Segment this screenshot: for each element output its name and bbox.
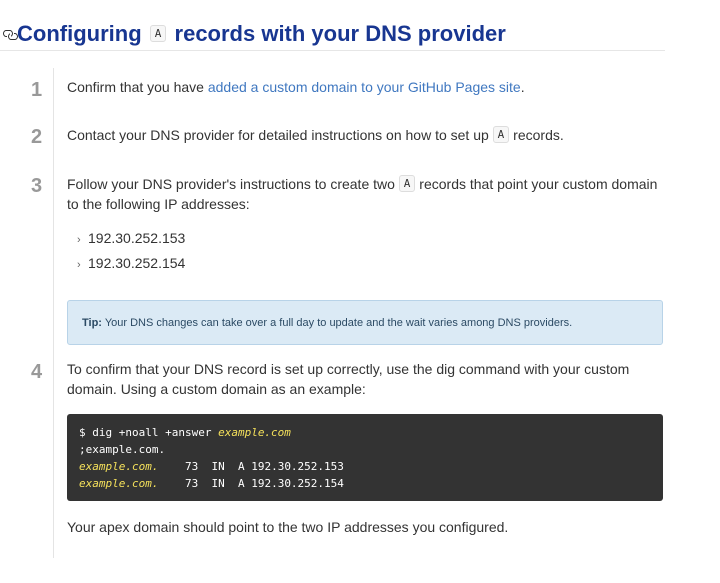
list-item: › 192.30.252.153 bbox=[77, 228, 185, 250]
step-number-1: 1 bbox=[31, 79, 43, 101]
code-line: example.com. 73 IN A 192.30.252.153 bbox=[79, 458, 651, 475]
code-record: 73 IN A 192.30.252.154 bbox=[158, 477, 344, 490]
section-heading: Configuring A records with your DNS prov… bbox=[0, 18, 665, 51]
step-1-text-before: Confirm that you have bbox=[67, 79, 208, 95]
step-1-text: Confirm that you have added a custom dom… bbox=[67, 77, 667, 97]
code-line: example.com. 73 IN A 192.30.252.154 bbox=[79, 475, 651, 492]
inline-code-a: A bbox=[398, 174, 416, 192]
step-number-3: 3 bbox=[31, 175, 43, 197]
steps-divider bbox=[53, 68, 54, 558]
link-icon[interactable] bbox=[2, 27, 18, 43]
tip-text: Your DNS changes can take over a full da… bbox=[101, 317, 573, 329]
ip-address: 192.30.252.154 bbox=[88, 255, 186, 271]
code-domain: example.com. bbox=[79, 460, 159, 473]
tip-label: Tip: bbox=[82, 317, 102, 329]
tip-callout: Tip: Your DNS changes can take over a fu… bbox=[67, 300, 663, 345]
code-line: ;example.com. bbox=[79, 443, 166, 456]
step-2-text-after: records. bbox=[509, 127, 564, 143]
inline-code-a: A bbox=[492, 125, 510, 143]
inline-code-a: A bbox=[149, 24, 167, 42]
step-1-text-after: . bbox=[520, 79, 525, 95]
heading-suffix: records with your DNS provider bbox=[174, 21, 506, 46]
heading-prefix: Configuring bbox=[17, 21, 142, 46]
chevron-right-icon: › bbox=[77, 234, 81, 246]
code-line: $ dig +noall +answer example.com bbox=[79, 424, 651, 441]
custom-domain-link[interactable]: added a custom domain to your GitHub Pag… bbox=[208, 79, 521, 95]
step-number-2: 2 bbox=[31, 126, 43, 148]
list-item: › 192.30.252.154 bbox=[77, 253, 185, 275]
code-domain: example.com. bbox=[79, 477, 159, 490]
code-command: $ dig +noall +answer bbox=[79, 426, 219, 439]
step-3-text: Follow your DNS provider's instructions … bbox=[67, 174, 667, 214]
page-title: Configuring A records with your DNS prov… bbox=[17, 18, 506, 50]
step-2-text: Contact your DNS provider for detailed i… bbox=[67, 125, 667, 145]
step-3-text-before: Follow your DNS provider's instructions … bbox=[67, 176, 399, 192]
step-2-text-before: Contact your DNS provider for detailed i… bbox=[67, 127, 493, 143]
code-domain: example.com bbox=[218, 426, 291, 439]
code-block: $ dig +noall +answer example.com ;exampl… bbox=[67, 414, 663, 501]
footer-text: Your apex domain should point to the two… bbox=[67, 519, 509, 535]
code-record: 73 IN A 192.30.252.153 bbox=[158, 460, 344, 473]
chevron-right-icon: › bbox=[77, 259, 81, 271]
ip-address: 192.30.252.153 bbox=[88, 230, 186, 246]
step-4-text: To confirm that your DNS record is set u… bbox=[67, 361, 630, 397]
step-number-4: 4 bbox=[31, 361, 43, 383]
